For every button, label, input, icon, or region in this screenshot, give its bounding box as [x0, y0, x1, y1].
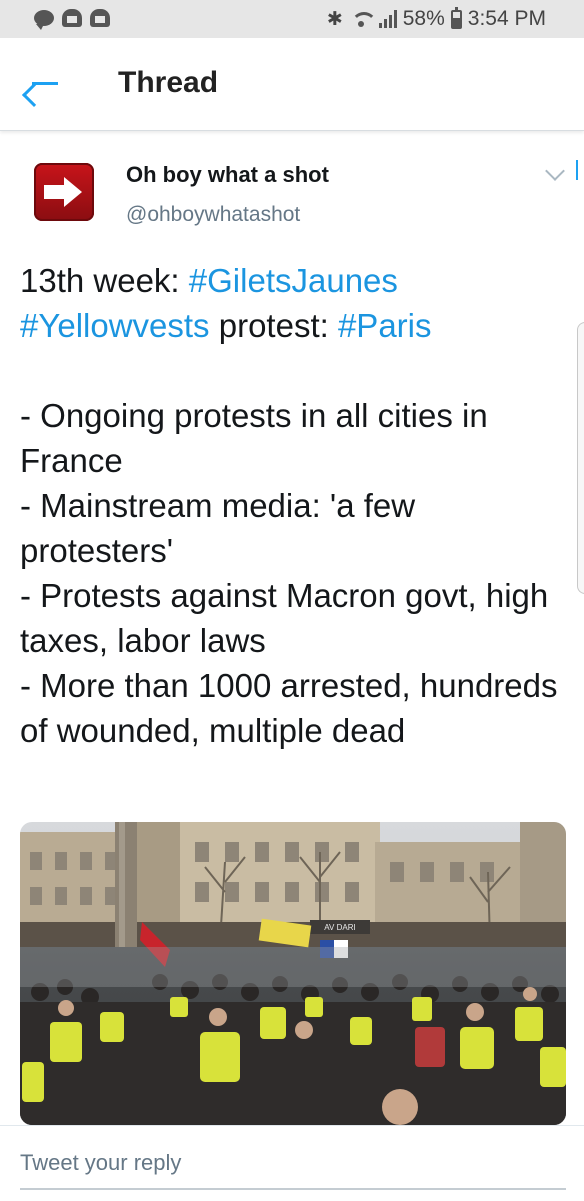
- wifi-icon: [349, 10, 377, 28]
- arrow-right-icon: [44, 185, 66, 199]
- battery-icon: [450, 6, 462, 29]
- author-name[interactable]: Oh boy what a shot: [126, 162, 329, 188]
- back-button[interactable]: [21, 66, 62, 108]
- bullet-item: - More than 1000 arrested, hundreds of w…: [20, 667, 558, 749]
- edge-indicator: [576, 160, 584, 180]
- edge-panel-handle[interactable]: [577, 322, 584, 594]
- hashtag-link[interactable]: #GiletsJaunes: [189, 262, 398, 299]
- shop-sign: AV DARI: [324, 923, 355, 932]
- chevron-down-icon[interactable]: [545, 161, 565, 181]
- avatar[interactable]: [34, 163, 94, 221]
- system-indicators: ✱ 58% 3:54 PM: [326, 6, 546, 31]
- bluetooth-icon: ✱: [326, 8, 343, 30]
- chat-bubble-icon: [34, 10, 54, 30]
- tweet-media-video[interactable]: AV DARI: [20, 822, 566, 1125]
- signal-icon: [378, 10, 397, 28]
- notification-icons: [34, 9, 110, 30]
- reply-input[interactable]: Tweet your reply: [20, 1150, 181, 1176]
- mail-icon: [62, 9, 82, 27]
- app-header: Thread: [0, 38, 584, 131]
- protest-crowd-image: AV DARI: [20, 822, 566, 1125]
- hashtag-link[interactable]: #Paris: [338, 307, 432, 344]
- bullet-item: - Mainstream media: 'a few protesters': [20, 487, 416, 569]
- page-title: Thread: [118, 66, 219, 99]
- battery-percent: 58%: [402, 7, 445, 30]
- author-handle[interactable]: @ohboywhatashot: [126, 203, 300, 227]
- clock: 3:54 PM: [467, 7, 546, 30]
- status-bar: ✱ 58% 3:54 PM: [0, 0, 584, 38]
- reply-underline: [20, 1188, 566, 1190]
- hashtag-link[interactable]: #Yellowvests: [20, 307, 210, 344]
- bullet-item: - Protests against Macron govt, high tax…: [20, 577, 549, 659]
- tweet-headline: 13th week: #GiletsJaunes #Yellowvests pr…: [20, 262, 432, 344]
- mail-icon: [90, 9, 110, 27]
- tweet-text: 13th week: #GiletsJaunes #Yellowvests pr…: [20, 258, 566, 753]
- bullet-item: - Ongoing protests in all cities in Fran…: [20, 397, 488, 479]
